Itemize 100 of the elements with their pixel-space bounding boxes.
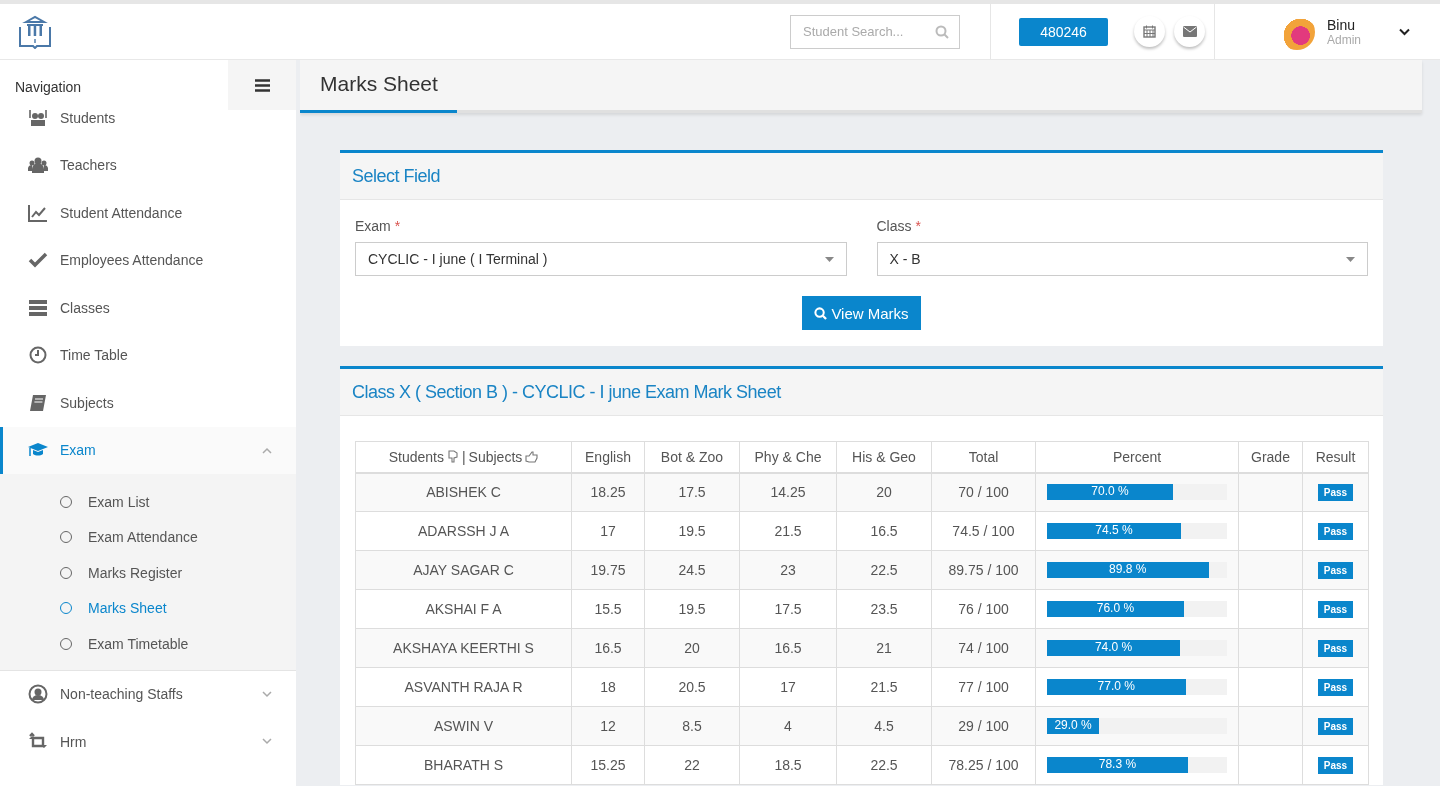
sidebar-item[interactable]: Time Table xyxy=(0,331,296,379)
mark-cell: 14.25 xyxy=(739,472,837,512)
students-icon xyxy=(27,110,49,128)
student-name-cell: AJAY SAGAR C xyxy=(355,550,572,590)
chevron-down-icon[interactable] xyxy=(1399,27,1410,36)
student-name-cell: AKSHAI F A xyxy=(355,589,572,629)
result-badge: Pass xyxy=(1317,757,1354,774)
mark-cell: 21.5 xyxy=(836,667,932,707)
mark-cell: 18.5 xyxy=(739,745,837,785)
sidebar-item[interactable]: Hrm xyxy=(0,718,296,766)
mark-cell: 22.5 xyxy=(836,745,932,785)
mark-cell: 17.5 xyxy=(644,472,740,512)
group-icon xyxy=(27,155,49,176)
student-name-cell: AKSHAYA KEERTHI S xyxy=(355,628,572,668)
mark-cell: 22 xyxy=(644,745,740,785)
select-field[interactable]: X - B xyxy=(876,242,1368,276)
sidebar-item[interactable]: Classes xyxy=(0,284,296,332)
student-name-cell: BHARATH S xyxy=(355,745,572,785)
mark-cell: 16.5 xyxy=(571,628,645,668)
student-name-cell: ABISHEK C xyxy=(355,472,572,512)
progress-fill: 76.0 % xyxy=(1047,601,1184,617)
progress-fill: 29.0 % xyxy=(1047,718,1100,734)
hand-down-icon xyxy=(446,450,459,464)
column-header: Bot & Zoo xyxy=(644,441,740,473)
search-icon xyxy=(935,24,949,39)
result-badge: Pass xyxy=(1317,679,1354,696)
column-header: | xyxy=(461,448,466,465)
mark-cell: 19.75 xyxy=(571,550,645,590)
menu-button[interactable] xyxy=(228,60,296,110)
calendar-button[interactable] xyxy=(1134,16,1165,47)
mark-cell: 20 xyxy=(836,472,932,512)
mail-button[interactable] xyxy=(1174,16,1205,47)
sidebar-subitem[interactable]: Marks Sheet xyxy=(0,590,296,626)
mark-cell: 4 xyxy=(739,706,837,746)
sidebar-subitem[interactable]: Exam Attendance xyxy=(0,519,296,555)
column-header: Subjects xyxy=(468,448,523,465)
mark-cell: 17 xyxy=(571,511,645,551)
code-button[interactable]: 480246 xyxy=(1019,17,1108,46)
mark-cell: 21 xyxy=(836,628,932,668)
sidebar-item[interactable]: Student Attendance xyxy=(0,189,296,237)
column-header: English xyxy=(571,441,645,473)
line-chart-icon xyxy=(27,202,49,223)
sidebar-item[interactable]: Non-teaching Staffs xyxy=(0,670,296,718)
column-header: Result xyxy=(1302,441,1369,473)
search-icon xyxy=(814,306,828,320)
chevron-down-icon xyxy=(262,738,272,746)
student-name-cell: ASVANTH RAJA R xyxy=(355,667,572,707)
mark-cell: 20.5 xyxy=(644,667,740,707)
mark-cell: 8.5 xyxy=(644,706,740,746)
column-header: Total xyxy=(931,441,1036,473)
mark-cell: 15.25 xyxy=(571,745,645,785)
card-title: Class X ( Section B ) - CYCLIC - I june Exam Mark Sheet xyxy=(340,369,1383,416)
column-header: Students xyxy=(388,448,444,465)
clock-icon xyxy=(27,345,49,366)
user-role: Admin xyxy=(1327,32,1362,47)
mark-cell: 23.5 xyxy=(836,589,932,629)
view-marks-button[interactable]: View Marks xyxy=(802,296,921,330)
sidebar-item[interactable]: Students xyxy=(0,110,296,142)
mail-icon xyxy=(1182,26,1197,37)
mark-cell: 22.5 xyxy=(836,550,932,590)
hand-right-icon xyxy=(525,450,539,463)
sidebar-item[interactable]: Exam xyxy=(0,426,296,474)
list-icon xyxy=(27,297,49,318)
total-cell: 74.5 / 100 xyxy=(931,511,1036,551)
navigation-heading: Navigation xyxy=(14,78,83,95)
progress-fill: 74.5 % xyxy=(1047,523,1182,539)
logo-icon xyxy=(18,14,52,49)
column-header: Percent xyxy=(1035,441,1239,473)
result-badge: Pass xyxy=(1317,523,1354,540)
total-cell: 89.75 / 100 xyxy=(931,550,1036,590)
sidebar-subitem[interactable]: Exam List xyxy=(0,484,296,520)
field-label: Class * xyxy=(876,218,922,234)
sidebar-item[interactable]: Employees Attendance xyxy=(0,236,296,284)
user-name: Binu xyxy=(1327,16,1357,33)
select-field[interactable]: CYCLIC - I june ( I Terminal ) xyxy=(355,242,847,276)
sidebar-item[interactable]: Teachers xyxy=(0,141,296,189)
column-header: Grade xyxy=(1238,441,1303,473)
result-badge: Pass xyxy=(1317,718,1354,735)
student-name-cell: ADARSSH J A xyxy=(355,511,572,551)
mark-cell: 16.5 xyxy=(739,628,837,668)
caret-icon xyxy=(1346,256,1355,262)
result-badge: Pass xyxy=(1317,640,1354,657)
book-icon xyxy=(27,392,49,413)
mark-cell: 4.5 xyxy=(836,706,932,746)
mark-cell: 21.5 xyxy=(739,511,837,551)
student-search-field[interactable]: Student Search... xyxy=(790,14,960,49)
total-cell: 77 / 100 xyxy=(931,667,1036,707)
chevron-up-icon xyxy=(262,446,272,454)
mark-cell: 17 xyxy=(739,667,837,707)
page-title: Marks Sheet xyxy=(300,60,457,113)
result-badge: Pass xyxy=(1317,562,1354,579)
result-badge: Pass xyxy=(1317,484,1354,502)
sidebar-subitem[interactable]: Marks Register xyxy=(0,555,296,591)
sidebar-subitem[interactable]: Exam Timetable xyxy=(0,626,296,662)
total-cell: 78.25 / 100 xyxy=(931,745,1036,785)
mark-cell: 19.5 xyxy=(644,589,740,629)
progress-fill: 78.3 % xyxy=(1047,757,1188,773)
progress-fill: 89.8 % xyxy=(1047,562,1209,578)
progress-fill: 70.0 % xyxy=(1047,484,1173,501)
sidebar-item[interactable]: Subjects xyxy=(0,379,296,427)
